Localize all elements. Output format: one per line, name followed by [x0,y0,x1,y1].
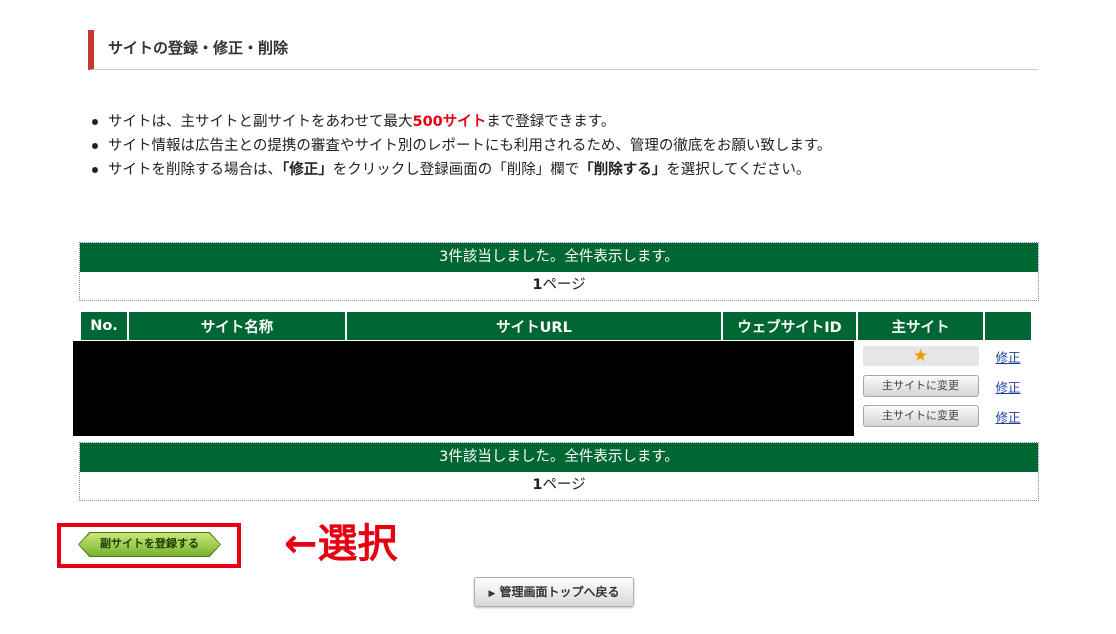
col-header-website-id: ウェブサイトID [723,312,856,340]
edit-link[interactable]: 修正 [995,380,1020,395]
notice-item: サイトは、主サイトと副サイトをあわせて最大500サイトまで登録できます。 [90,110,1050,134]
results-summary-bottom: 3件該当しました。全件表示します。 1ページ [79,442,1039,501]
notice-item: サイトを削除する場合は、「修正」をクリックし登録画面の「削除」欄で「削除する」を… [90,158,1050,182]
results-count-bar: 3件該当しました。全件表示します。 [80,243,1038,272]
col-header-actions [985,312,1031,340]
edit-link[interactable]: 修正 [995,350,1020,365]
notice-item: サイト情報は広告主との提携の審査やサイト別のレポートにも利用されるため、管理の徹… [90,134,1050,158]
triangle-right-icon: ▶ [488,589,496,599]
star-icon: ★ [862,346,979,366]
col-header-site-url: サイトURL [347,312,721,340]
notice-list: サイトは、主サイトと副サイトをあわせて最大500サイトまで登録できます。 サイト… [90,110,1050,182]
page-number: 1 [532,277,543,293]
col-header-site-name: サイト名称 [129,312,345,340]
set-main-site-button[interactable]: 主サイトに変更 [862,405,979,427]
select-annotation: ←選択 [284,521,398,567]
table-header-row: No. サイト名称 サイトURL ウェブサイトID 主サイト [81,312,1031,340]
results-summary-top: 3件該当しました。全件表示します。 1ページ [79,242,1039,301]
page-number: 1 [532,477,543,493]
max-sites-highlight: 500サイト [412,114,487,130]
col-header-main-site: 主サイト [858,312,983,340]
pagination: 1ページ [80,472,1038,500]
register-sub-site-button[interactable]: 副サイトを登録する [79,533,220,556]
results-count-bar: 3件該当しました。全件表示します。 [80,443,1038,472]
set-main-site-button[interactable]: 主サイトに変更 [862,375,979,397]
col-header-no: No. [81,312,127,340]
redacted-block [73,341,854,436]
pagination: 1ページ [80,272,1038,300]
back-to-top-button[interactable]: ▶ 管理画面トップへ戻る [474,577,634,607]
page-title: サイトの登録・修正・削除 [88,30,1038,70]
edit-link[interactable]: 修正 [995,410,1020,425]
